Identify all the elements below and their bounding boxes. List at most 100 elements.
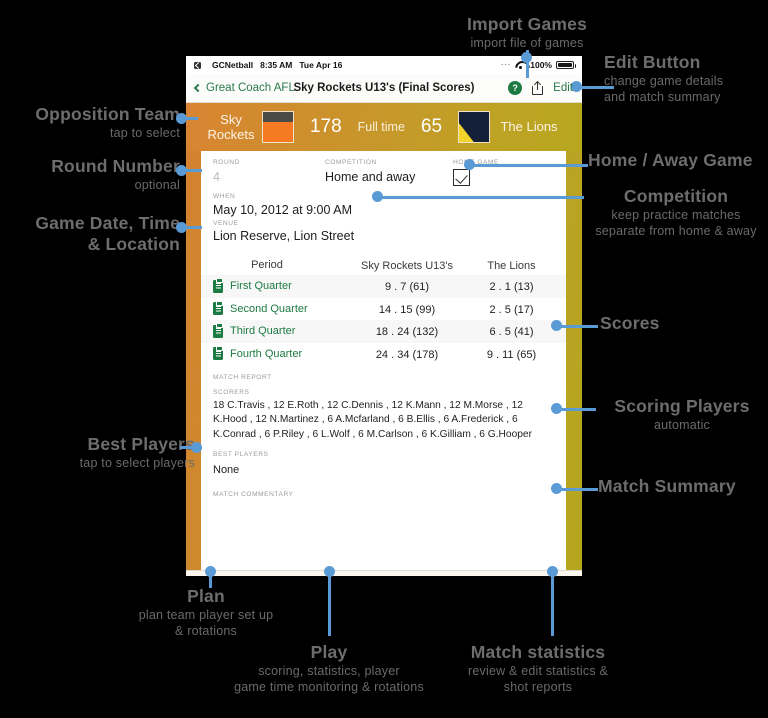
leader-play bbox=[328, 570, 331, 636]
table-row[interactable]: Fourth Quarter 24 . 34 (178) 9 . 11 (65) bbox=[201, 343, 566, 366]
annotation-best-players-title: Best Players bbox=[87, 434, 195, 454]
leader-match-summary bbox=[556, 488, 598, 491]
leader-dot-import-games bbox=[521, 52, 532, 63]
venue-value: Lion Reserve, Lion Street bbox=[213, 229, 355, 243]
home-team-score: 178 bbox=[309, 116, 342, 137]
best-players-value[interactable]: None bbox=[213, 464, 554, 476]
edit-button[interactable]: Edit bbox=[553, 82, 573, 94]
clipboard-icon bbox=[213, 300, 223, 316]
leader-dot-home-away bbox=[464, 159, 475, 170]
competition-label: COMPETITION bbox=[325, 159, 377, 166]
leader-scores bbox=[556, 325, 598, 328]
leader-match-statistics bbox=[551, 570, 554, 636]
help-button[interactable]: ? bbox=[508, 81, 523, 95]
annotated-screenshot: GCNetball 8:35 AM Tue Apr 16 ··· 100% Gr… bbox=[0, 0, 768, 718]
status-app-name: GCNetball bbox=[212, 60, 254, 70]
when-value: May 10, 2012 at 9:00 AM bbox=[213, 203, 352, 217]
annotation-opposition-sub: tap to select bbox=[109, 125, 180, 140]
battery-icon bbox=[556, 60, 576, 70]
annotation-import-games: Import Games import file of games bbox=[400, 14, 654, 51]
best-players-label: BEST PLAYERS bbox=[213, 451, 269, 459]
annotation-competition: Competition keep practice matches separa… bbox=[584, 186, 768, 239]
clipboard-icon bbox=[213, 345, 223, 361]
round-label: ROUND bbox=[213, 159, 240, 166]
annotation-game-date: Game Date, Time & Location bbox=[10, 213, 180, 254]
status-time: 8:35 AM bbox=[260, 60, 293, 70]
annotation-scores: Scores bbox=[600, 313, 768, 334]
annotation-play-sub2: game time monitoring & rotations bbox=[234, 679, 424, 694]
home-period-score: 9 . 7 (61) bbox=[384, 281, 430, 294]
annotation-home-away-title: Home / Away Game bbox=[588, 150, 753, 170]
home-period-score: 18 . 24 (132) bbox=[375, 326, 439, 339]
annotation-best-players-sub: tap to select players bbox=[79, 455, 195, 470]
match-report-label: MATCH REPORT bbox=[213, 374, 272, 381]
table-row[interactable]: First Quarter 9 . 7 (61) 2 . 1 (13) bbox=[201, 275, 566, 298]
annotation-import-games-sub: import file of games bbox=[470, 35, 584, 50]
header-away-team: The Lions bbox=[487, 259, 536, 272]
annotation-play-sub1: scoring, statistics, player bbox=[258, 663, 400, 678]
annotation-scoring-players: Scoring Players automatic bbox=[596, 396, 768, 433]
annotation-competition-sub1: keep practice matches bbox=[611, 207, 741, 222]
annotation-round-sub: optional bbox=[134, 177, 180, 192]
period-name: First Quarter bbox=[230, 280, 292, 293]
annotation-game-date-title2: & Location bbox=[87, 233, 180, 254]
status-bar-left: GCNetball 8:35 AM Tue Apr 16 bbox=[194, 60, 342, 70]
leader-dot-plan bbox=[205, 566, 216, 577]
tab-bar: Review Plan Play (Completed) Match Stati… bbox=[186, 570, 582, 576]
leader-dot-opposition bbox=[176, 113, 187, 124]
away-team-name[interactable]: The Lions bbox=[490, 119, 568, 134]
annotation-plan-title: Plan bbox=[187, 586, 225, 606]
away-period-score: 2 . 1 (13) bbox=[489, 281, 534, 294]
annotation-scoring-players-sub: automatic bbox=[654, 417, 710, 432]
annotation-match-stats-sub1: review & edit statistics & bbox=[468, 663, 608, 678]
annotation-plan-sub1: plan team player set up bbox=[138, 607, 274, 622]
when-field[interactable]: WHEN May 10, 2012 at 9:00 AM bbox=[201, 186, 566, 217]
leader-dot-match-statistics bbox=[547, 566, 558, 577]
home-team-name[interactable]: Sky Rockets bbox=[200, 112, 262, 143]
signal-dots-icon: ··· bbox=[501, 61, 512, 69]
annotation-match-summary: Match Summary bbox=[598, 476, 768, 497]
leader-dot-competition bbox=[372, 191, 383, 202]
header-period: Period bbox=[251, 258, 283, 271]
nav-actions: ? Edit bbox=[508, 81, 573, 95]
annotation-edit-button-title: Edit Button bbox=[604, 52, 701, 72]
annotation-match-stats-sub2: shot reports bbox=[503, 679, 573, 694]
status-bar-right: ··· 100% bbox=[501, 60, 576, 70]
away-period-score: 2 . 5 (17) bbox=[489, 303, 534, 316]
back-button[interactable]: Great Coach AFL bbox=[193, 82, 295, 94]
annotation-opposition-team: Opposition Team tap to select bbox=[10, 104, 180, 141]
annotation-home-away: Home / Away Game bbox=[588, 150, 768, 171]
annotation-plan: Plan plan team player set up & rotations bbox=[104, 586, 308, 639]
clipboard-icon bbox=[213, 323, 223, 338]
annotation-scores-title: Scores bbox=[600, 313, 660, 333]
annotation-edit-button-sub1: change game details bbox=[604, 73, 724, 88]
competition-field[interactable]: COMPETITION Home and away bbox=[325, 159, 453, 186]
leader-dot-scoring-players bbox=[551, 403, 562, 414]
home-game-checkbox[interactable] bbox=[453, 169, 470, 186]
annotation-game-date-title1: Game Date, Time bbox=[35, 213, 180, 233]
venue-label: VENUE bbox=[213, 220, 239, 227]
period-name: Fourth Quarter bbox=[230, 347, 303, 360]
annotation-match-summary-title: Match Summary bbox=[598, 476, 736, 496]
share-icon[interactable] bbox=[532, 81, 544, 95]
round-field[interactable]: ROUND 4 bbox=[213, 159, 325, 186]
venue-field[interactable]: VENUE Lion Reserve, Lion Street bbox=[201, 217, 566, 243]
leader-dot-match-summary bbox=[551, 483, 562, 494]
leader-dot-best-players bbox=[191, 442, 202, 453]
match-commentary-label: MATCH COMMENTARY bbox=[213, 491, 294, 499]
annotation-match-stats-title: Match statistics bbox=[470, 642, 606, 662]
table-row[interactable]: Second Quarter 14 . 15 (99) 2 . 5 (17) bbox=[201, 298, 566, 321]
leader-dot-game-date bbox=[176, 222, 187, 233]
annotation-best-players: Best Players tap to select players bbox=[10, 434, 195, 471]
score-table: Period Sky Rockets U13's The Lions First… bbox=[201, 254, 566, 365]
device-screen: GCNetball 8:35 AM Tue Apr 16 ··· 100% Gr… bbox=[186, 56, 582, 576]
away-team-crest-icon bbox=[458, 111, 491, 143]
home-team-crest-icon bbox=[262, 111, 294, 143]
away-team-score: 65 bbox=[420, 116, 443, 137]
leader-dot-play bbox=[324, 566, 335, 577]
table-row[interactable]: Third Quarter 18 . 24 (132) 6 . 5 (41) bbox=[201, 320, 566, 343]
home-period-score: 24 . 34 (178) bbox=[375, 348, 439, 361]
scorers-label: SCORERS bbox=[213, 389, 250, 396]
period-name: Second Quarter bbox=[230, 302, 308, 315]
match-status: Full time bbox=[357, 120, 405, 134]
